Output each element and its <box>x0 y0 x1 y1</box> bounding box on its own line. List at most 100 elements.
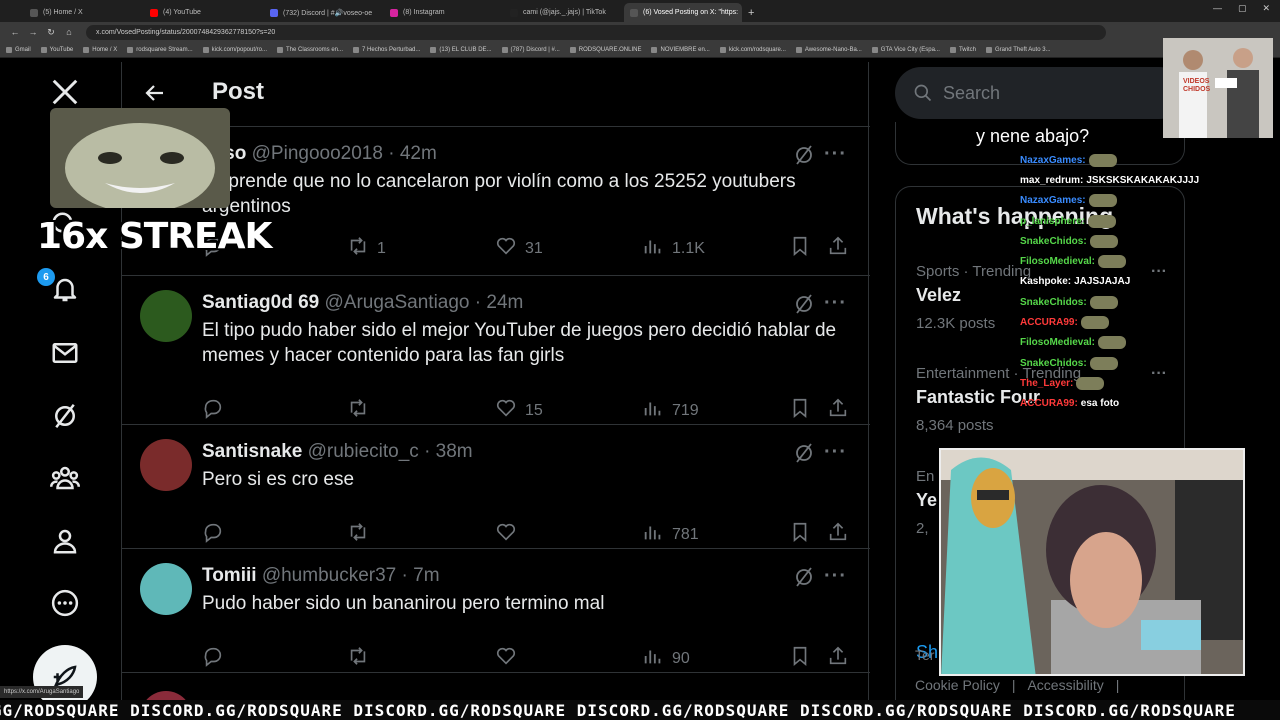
reply-button[interactable] <box>202 397 224 424</box>
bookmark-item[interactable]: GTA Vice City (Espa... <box>871 46 940 53</box>
views-button[interactable]: 1.1K <box>642 235 705 262</box>
footer-link[interactable]: Cookie Policy <box>915 677 1000 693</box>
reply-post[interactable]: Tomiii @humbucker37 · 7m ··· Pudo haber si… <box>122 549 870 673</box>
bookmark-item[interactable]: kick.com/popout/ro... <box>202 46 267 53</box>
bookmark-favicon-icon <box>353 46 360 53</box>
browser-tab[interactable]: (6) Vosed Posting on X: "https: <box>624 3 742 22</box>
bookmark-button[interactable] <box>789 521 811 548</box>
bookmark-item[interactable]: Gmail <box>6 46 31 53</box>
author-name[interactable]: Santiag0d 69 <box>202 292 319 313</box>
reply-post[interactable]: Santisnake @rubiecito_c · 38m ··· Pero si … <box>122 425 870 549</box>
footer-link[interactable]: Ter <box>915 647 934 663</box>
repost-button[interactable] <box>347 521 377 548</box>
share-button[interactable] <box>827 645 849 672</box>
bookmark-item[interactable]: Awesome-Nano-Ba... <box>795 46 862 53</box>
bookmark-item[interactable]: YouTube <box>40 46 73 53</box>
chat-username: max_redrum: <box>1020 174 1084 186</box>
share-button[interactable] <box>827 397 849 424</box>
chat-username: NazaxGames: <box>1020 154 1086 166</box>
url-field[interactable]: x.com/VosedPosting/status/20007484293627… <box>86 24 1106 40</box>
bookmark-item[interactable]: rodsquaree Stream... <box>127 46 193 53</box>
back-nav-icon[interactable]: ← <box>6 27 24 37</box>
bookmark-item[interactable]: (787) Discord | #... <box>501 46 560 53</box>
chat-message: max_redrum: JSKSKSKAKAKAKJJJJ <box>1020 170 1200 190</box>
trend-name[interactable]: Ye <box>916 490 937 511</box>
chat-emote-icon <box>1088 214 1117 228</box>
search-input[interactable]: Search <box>895 67 1185 119</box>
back-button[interactable] <box>140 78 170 108</box>
grok-explain-icon[interactable] <box>792 143 816 167</box>
author-handle[interactable]: @ArugaSantiago <box>325 292 470 313</box>
grok-explain-icon[interactable] <box>792 292 816 316</box>
grok-icon[interactable] <box>47 398 83 434</box>
more-options-icon[interactable] <box>47 585 83 621</box>
avatar[interactable] <box>140 563 192 615</box>
tab-label: (8) Instagram <box>403 9 445 16</box>
views-button[interactable]: 719 <box>642 397 699 424</box>
close-icon[interactable]: ✕ <box>1262 3 1270 14</box>
like-button[interactable] <box>495 645 525 672</box>
x-logo-icon[interactable] <box>47 74 83 110</box>
minimize-icon[interactable]: — <box>1213 3 1222 14</box>
bookmark-item[interactable]: Grand Theft Auto 3... <box>985 46 1051 53</box>
home-icon[interactable]: ⌂ <box>60 27 78 37</box>
post-actions: 90 <box>202 645 862 673</box>
repost-button[interactable] <box>347 645 377 672</box>
avatar[interactable] <box>140 439 192 491</box>
grok-explain-icon[interactable] <box>792 565 816 589</box>
reply-post[interactable]: Santiag0d 69 @ArugaSantiago · 24m ··· El t… <box>122 276 870 425</box>
bookmark-button[interactable] <box>789 645 811 672</box>
browser-tab[interactable]: (732) Discord | #🔊voseo-oe <box>264 3 382 22</box>
views-chart-icon <box>642 645 664 672</box>
bookmark-item[interactable]: Home / X <box>83 46 117 53</box>
repost-button[interactable]: 1 <box>347 235 386 262</box>
reload-icon[interactable]: ↻ <box>42 27 60 38</box>
bookmark-button[interactable] <box>789 397 811 424</box>
reply-button[interactable] <box>202 521 224 548</box>
bookmark-item[interactable]: kick.com/rodsquare... <box>719 46 786 53</box>
browser-tab[interactable]: (4) YouTube <box>144 3 262 22</box>
more-options-icon[interactable]: ··· <box>824 143 847 166</box>
more-options-icon[interactable]: ··· <box>824 565 847 588</box>
bookmark-label: The Classrooms en... <box>286 46 344 53</box>
author-handle[interactable]: @rubiecito_c <box>308 441 419 462</box>
repost-button[interactable] <box>347 397 377 424</box>
maximize-icon[interactable]: ▢ <box>1238 3 1247 14</box>
footer-link[interactable]: Accessibility <box>1027 677 1103 693</box>
author-handle[interactable]: @Pingooo2018 <box>252 143 383 164</box>
bookmark-item[interactable]: RODSQUARE.ONLINE <box>569 46 641 53</box>
bookmark-item[interactable]: NOVIEMBRE en... <box>651 46 710 53</box>
bookmark-item[interactable]: 7 Hechos Perturbad... <box>353 46 420 53</box>
new-tab-button[interactable]: + <box>748 7 754 19</box>
browser-tab[interactable]: (8) Instagram <box>384 3 502 22</box>
author-handle[interactable]: @humbucker37 <box>262 565 396 586</box>
messages-envelope-icon[interactable] <box>47 335 83 371</box>
like-button[interactable]: 31 <box>495 235 543 262</box>
more-options-icon[interactable]: ··· <box>824 292 847 315</box>
more-options-icon[interactable]: ··· <box>824 441 847 464</box>
share-button[interactable] <box>827 235 849 262</box>
like-button[interactable]: 15 <box>495 397 543 424</box>
bookmark-item[interactable]: The Classrooms en... <box>277 46 344 53</box>
webcam-overlay <box>939 448 1245 676</box>
grok-explain-icon[interactable] <box>792 441 816 465</box>
forward-nav-icon[interactable]: → <box>24 27 42 37</box>
views-button[interactable]: 781 <box>642 521 699 548</box>
tab-favicon-icon <box>390 8 398 17</box>
browser-tab[interactable]: (5) Home / X <box>24 3 142 22</box>
bookmark-button[interactable] <box>789 235 811 262</box>
reply-button[interactable] <box>202 645 224 672</box>
like-button[interactable] <box>495 521 525 548</box>
share-button[interactable] <box>827 521 849 548</box>
post-time: · 7m <box>401 565 440 586</box>
avatar[interactable] <box>140 290 192 342</box>
bookmark-item[interactable]: Twitch <box>949 46 976 53</box>
profile-icon[interactable] <box>47 523 83 559</box>
bookmark-item[interactable]: (13) EL CLUB DE... <box>430 46 492 53</box>
browser-tab[interactable]: cami (@jajs._.jajs) | TikTok <box>504 3 622 22</box>
trend-name[interactable]: Velez <box>916 285 961 306</box>
views-button[interactable]: 90 <box>642 645 690 672</box>
author-name[interactable]: Santisnake <box>202 441 302 462</box>
communities-icon[interactable] <box>47 460 83 496</box>
author-name[interactable]: Tomiii <box>202 565 257 586</box>
